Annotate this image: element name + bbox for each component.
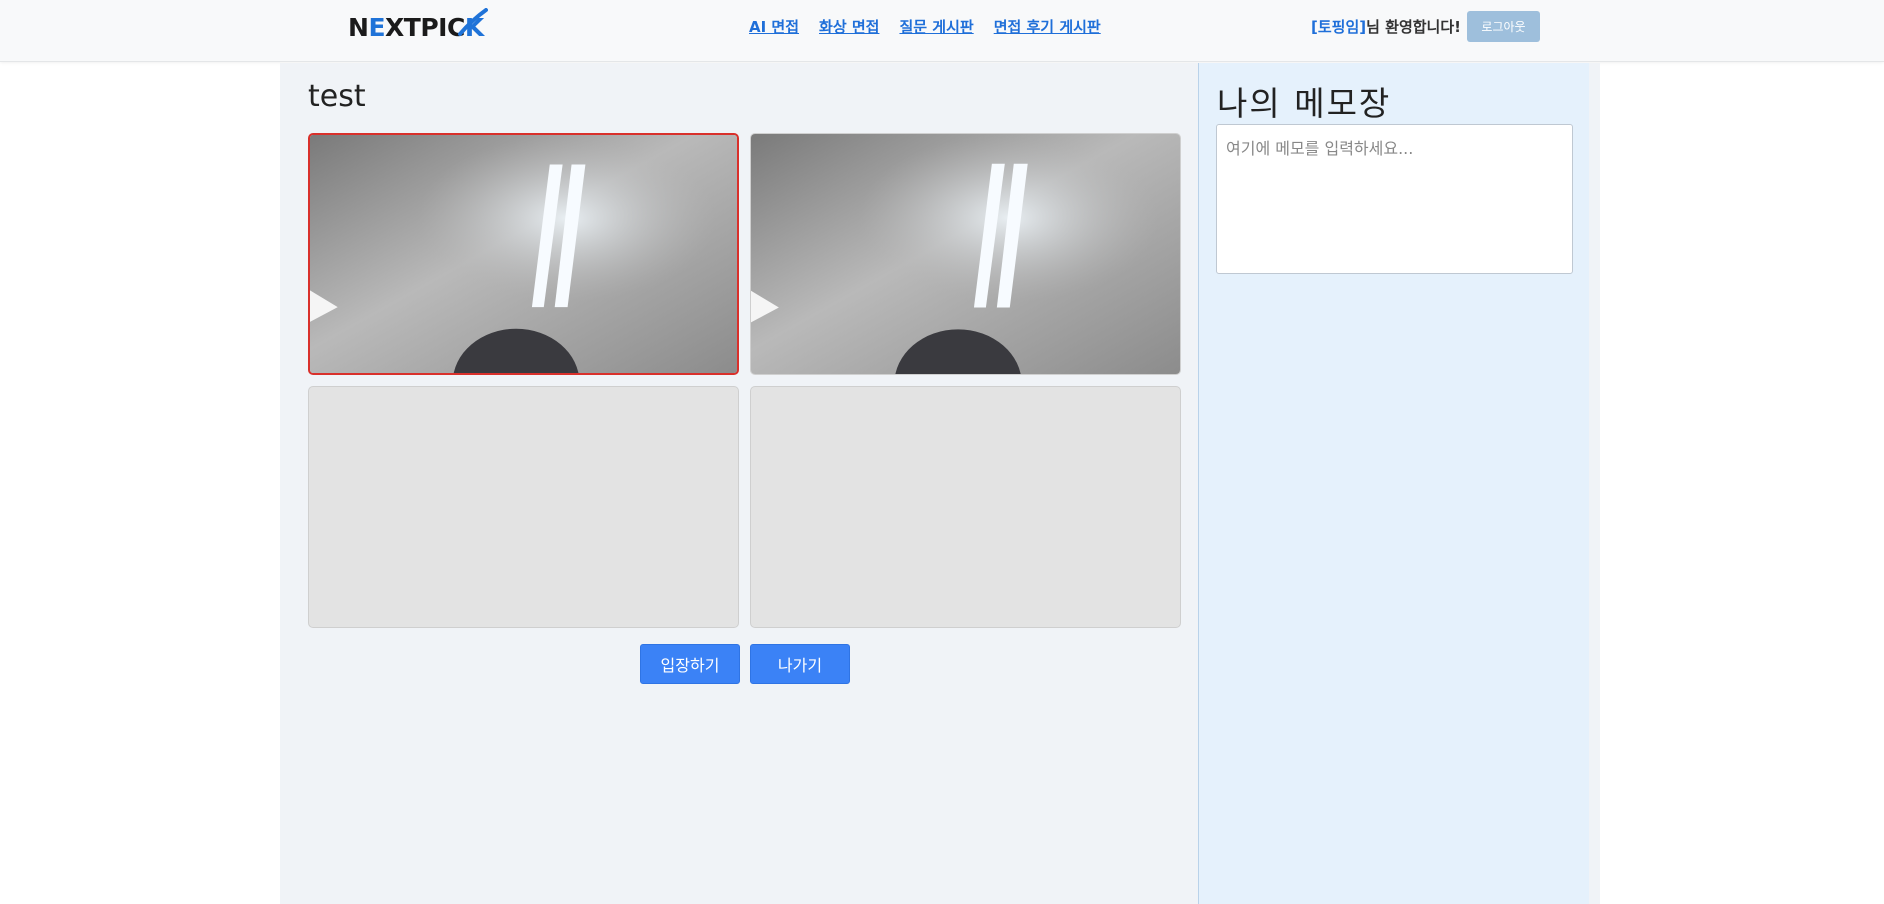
camera-feed [751, 134, 1180, 374]
video-room-area: test 입장하기 나가기 [280, 63, 1198, 904]
logout-button[interactable]: 로그아웃 [1467, 11, 1540, 42]
top-navbar: N E XTPI C K AI 면접 화상 면접 질문 게시판 면접 후기 게시판 [토… [0, 0, 1884, 62]
video-tile-1[interactable] [308, 133, 739, 375]
nav-review-board[interactable]: 면접 후기 게시판 [994, 16, 1101, 37]
logo-swoosh-icon [457, 8, 488, 36]
nav-ai-interview[interactable]: AI 면접 [749, 16, 799, 37]
memo-textarea[interactable] [1216, 124, 1573, 274]
memo-title: 나의 메모장 [1217, 84, 1392, 123]
username: [토핑임] [1311, 18, 1367, 36]
video-grid [308, 133, 1182, 628]
room-actions: 입장하기 나가기 [640, 644, 850, 684]
nav-question-board[interactable]: 질문 게시판 [899, 16, 973, 37]
camera-feed [310, 135, 737, 373]
exit-button[interactable]: 나가기 [750, 644, 850, 684]
room-title: test [308, 79, 366, 114]
right-gutter [1589, 63, 1600, 904]
main-nav: AI 면접 화상 면접 질문 게시판 면접 후기 게시판 [749, 16, 1101, 37]
memo-panel: 나의 메모장 [1198, 63, 1589, 904]
welcome-message: [토핑임]님 환영합니다! [1311, 16, 1461, 37]
enter-button[interactable]: 입장하기 [640, 644, 740, 684]
video-tile-3[interactable] [308, 386, 739, 628]
nextpick-logo[interactable]: N E XTPI C K [348, 8, 488, 44]
video-tile-4[interactable] [750, 386, 1181, 628]
nav-video-interview[interactable]: 화상 면접 [819, 16, 879, 37]
welcome-suffix: 님 환영합니다! [1366, 18, 1461, 36]
video-tile-2[interactable] [750, 133, 1181, 375]
